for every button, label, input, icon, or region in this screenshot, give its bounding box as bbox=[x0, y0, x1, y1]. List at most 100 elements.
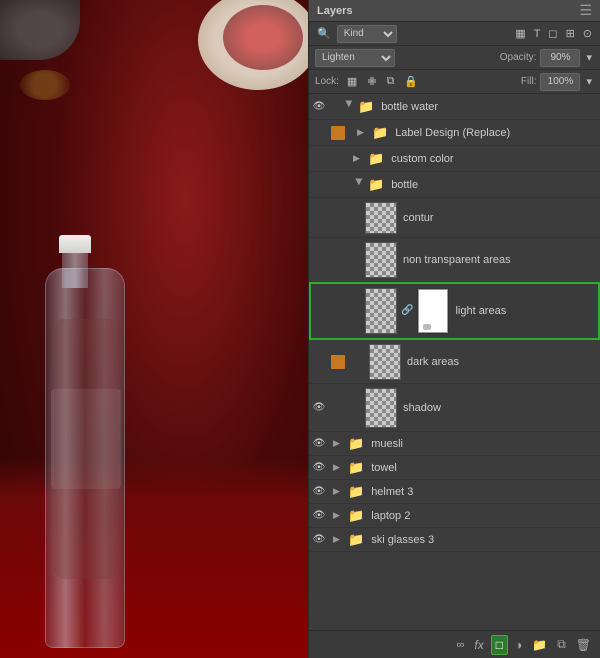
fx-filter-icon[interactable]: ⊙ bbox=[581, 27, 594, 40]
layer-row[interactable]: ▶ 📁 Label Design (Replace) bbox=[309, 120, 600, 146]
add-mask-icon[interactable]: □ bbox=[491, 635, 508, 655]
layer-thumbnail bbox=[365, 288, 397, 334]
bottle-body bbox=[45, 268, 125, 648]
type-filter-icon[interactable]: T bbox=[532, 28, 543, 40]
layer-name: Label Design (Replace) bbox=[391, 127, 596, 139]
lock-position-icon[interactable]: ✙ bbox=[365, 75, 378, 88]
fill-input[interactable] bbox=[540, 73, 580, 91]
white-mask bbox=[418, 289, 448, 333]
fill-dropdown-icon[interactable]: ▾ bbox=[584, 75, 594, 88]
new-group-icon[interactable]: 📁 bbox=[529, 636, 550, 654]
new-layer-icon[interactable]: ⧉ bbox=[554, 635, 569, 654]
eye-toggle[interactable]: 👁 bbox=[309, 486, 329, 497]
search-icon[interactable]: 🔍 bbox=[315, 27, 333, 40]
folder-icon: 📁 bbox=[358, 99, 374, 115]
layer-row[interactable]: ▶ 📁 bottle bbox=[309, 172, 600, 198]
checker-pattern bbox=[366, 203, 396, 233]
folder-icon: 📁 bbox=[348, 484, 364, 500]
layer-row[interactable]: dark areas bbox=[309, 340, 600, 384]
layer-row[interactable]: 🔗 light areas bbox=[309, 282, 600, 340]
opacity-input[interactable] bbox=[540, 49, 580, 67]
expand-arrow[interactable]: ▶ bbox=[354, 179, 365, 191]
layer-thumbnail-group: 🔗 bbox=[363, 286, 451, 336]
food-scatter bbox=[20, 70, 70, 100]
eye-icon: 👁 bbox=[313, 402, 326, 413]
panel-title: Layers bbox=[317, 5, 352, 17]
layer-name: non transparent areas bbox=[399, 254, 596, 266]
layer-row[interactable]: contur bbox=[309, 198, 600, 238]
blend-mode-select[interactable]: Lighten bbox=[315, 49, 395, 67]
layer-thumbnail bbox=[365, 388, 397, 428]
layer-thumbnail bbox=[369, 344, 401, 380]
layer-name: ski glasses 3 bbox=[367, 534, 596, 546]
layer-row[interactable]: non transparent areas bbox=[309, 238, 600, 282]
expand-arrow[interactable]: ▶ bbox=[333, 486, 345, 497]
eye-icon: 👁 bbox=[313, 462, 326, 473]
eye-toggle[interactable]: 👁 bbox=[309, 101, 329, 112]
fx-icon[interactable]: fx bbox=[471, 636, 486, 654]
eye-toggle[interactable]: 👁 bbox=[309, 402, 329, 413]
layer-row[interactable]: 👁 shadow bbox=[309, 384, 600, 432]
link-layers-icon[interactable]: ∞ bbox=[454, 637, 468, 653]
expand-arrow[interactable]: ▶ bbox=[353, 153, 365, 164]
layer-row[interactable]: 👁 ▶ 📁 laptop 2 bbox=[309, 504, 600, 528]
layer-row[interactable]: 👁 ▶ 📁 towel bbox=[309, 456, 600, 480]
expand-arrow[interactable]: ▶ bbox=[333, 534, 345, 545]
shape-filter-icon[interactable]: ◻ bbox=[546, 27, 559, 40]
lock-pixel-icon[interactable]: ▦ bbox=[345, 75, 359, 88]
layers-panel: Layers ☰ 🔍 Kind ▦ T ◻ ⊞ ⊙ Lighten Opacit… bbox=[308, 0, 600, 658]
lock-all-icon[interactable]: 🔒 bbox=[402, 75, 420, 88]
layer-row[interactable]: ▶ 📁 custom color bbox=[309, 146, 600, 172]
expand-arrow[interactable]: ▶ bbox=[344, 101, 355, 113]
panel-header: Layers ☰ bbox=[309, 0, 600, 22]
orange-indicator bbox=[331, 355, 345, 369]
eye-toggle[interactable]: 👁 bbox=[309, 534, 329, 545]
bottle-liquid bbox=[54, 319, 118, 579]
kind-select[interactable]: Kind bbox=[337, 25, 397, 43]
expand-arrow[interactable]: ▶ bbox=[357, 127, 369, 138]
fill-label: Fill: bbox=[521, 76, 537, 87]
smart-filter-icon[interactable]: ⊞ bbox=[564, 27, 577, 40]
fill-section: Fill: ▾ bbox=[521, 73, 594, 91]
checker-pattern bbox=[370, 345, 400, 379]
layer-name: helmet 3 bbox=[367, 486, 596, 498]
photo-canvas bbox=[0, 0, 308, 658]
checker-pattern bbox=[366, 389, 396, 427]
eye-icon: 👁 bbox=[313, 438, 326, 449]
eye-icon: 👁 bbox=[313, 510, 326, 521]
layer-row[interactable]: 👁 ▶ 📁 muesli bbox=[309, 432, 600, 456]
folder-icon: 📁 bbox=[368, 151, 384, 167]
expand-arrow[interactable]: ▶ bbox=[333, 438, 345, 449]
folder-icon: 📁 bbox=[348, 436, 364, 452]
lock-artboard-icon[interactable]: ⧉ bbox=[385, 75, 397, 88]
kind-toolbar-row: 🔍 Kind ▦ T ◻ ⊞ ⊙ bbox=[309, 22, 600, 46]
layer-row[interactable]: 👁 ▶ 📁 bottle water bbox=[309, 94, 600, 120]
blend-opacity-row: Lighten Opacity: ▾ bbox=[309, 46, 600, 70]
pixel-filter-icon[interactable]: ▦ bbox=[513, 27, 527, 40]
expand-arrow[interactable]: ▶ bbox=[333, 510, 345, 521]
folder-icon: 📁 bbox=[348, 508, 364, 524]
layer-name: contur bbox=[399, 212, 596, 224]
eye-toggle[interactable]: 👁 bbox=[309, 510, 329, 521]
layer-row[interactable]: 👁 ▶ 📁 helmet 3 bbox=[309, 480, 600, 504]
panel-footer: ∞ fx □ ◑ 📁 ⧉ 🗑 bbox=[309, 630, 600, 658]
bottle-neck bbox=[62, 248, 88, 288]
orange-indicator bbox=[331, 126, 345, 140]
opacity-dropdown-icon[interactable]: ▾ bbox=[584, 51, 594, 64]
layer-name: laptop 2 bbox=[367, 510, 596, 522]
layer-name: bottle water bbox=[377, 101, 596, 113]
bottle bbox=[30, 198, 140, 648]
layer-name: bottle bbox=[387, 179, 596, 191]
layer-name: dark areas bbox=[403, 356, 596, 368]
link-icon: 🔗 bbox=[401, 305, 413, 316]
delete-layer-icon[interactable]: 🗑 bbox=[573, 636, 594, 654]
panel-menu-icon[interactable]: ☰ bbox=[579, 2, 592, 19]
eye-toggle[interactable]: 👁 bbox=[309, 438, 329, 449]
eye-toggle[interactable]: 👁 bbox=[309, 462, 329, 473]
layers-list[interactable]: 👁 ▶ 📁 bottle water ▶ 📁 Label Design (Rep… bbox=[309, 94, 600, 630]
checker-pattern bbox=[366, 243, 396, 277]
adjustment-layer-icon[interactable]: ◑ bbox=[512, 636, 525, 654]
expand-arrow[interactable]: ▶ bbox=[333, 462, 345, 473]
layer-row[interactable]: 👁 ▶ 📁 ski glasses 3 bbox=[309, 528, 600, 552]
eye-icon: 👁 bbox=[313, 101, 326, 112]
